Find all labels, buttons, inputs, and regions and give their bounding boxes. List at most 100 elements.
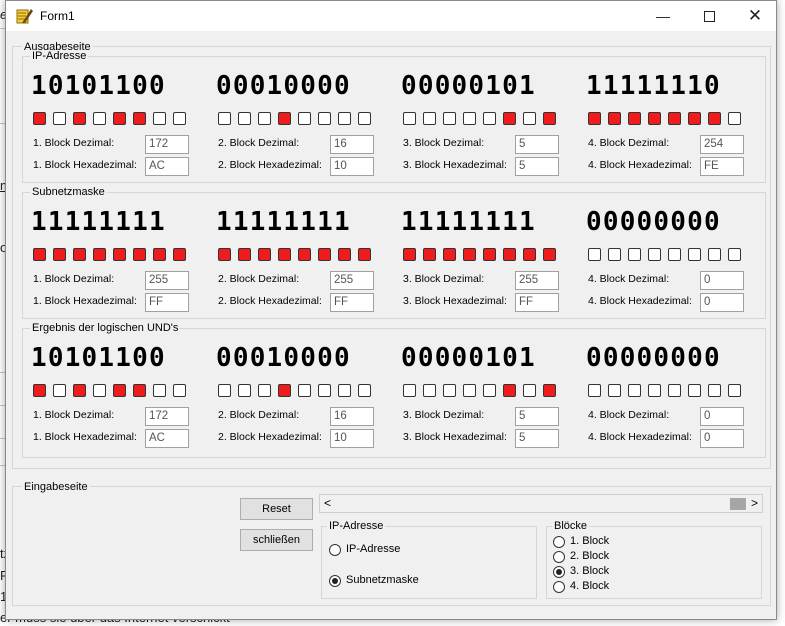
ip-mode-radio[interactable] <box>329 575 341 587</box>
hex-label: 2. Block Hexadezimal: <box>218 159 322 171</box>
bit-off-indicator <box>728 112 741 125</box>
bit-on-indicator <box>403 248 416 261</box>
bit-on-indicator <box>73 112 86 125</box>
decimal-field[interactable]: 5 <box>515 135 559 154</box>
binary-value: 00010000 <box>216 71 351 101</box>
ip-mode-radio[interactable] <box>329 544 341 556</box>
decimal-field[interactable]: 16 <box>330 407 374 426</box>
block-radio-label[interactable]: 1. Block <box>570 535 609 547</box>
hex-label: 3. Block Hexadezimal: <box>403 159 507 171</box>
block-radio[interactable] <box>553 566 565 578</box>
hex-field[interactable]: FE <box>700 157 744 176</box>
close-icon: ✕ <box>747 6 763 25</box>
bit-off-indicator <box>628 384 641 397</box>
bit-off-indicator <box>258 384 271 397</box>
block-radio-label[interactable]: 2. Block <box>570 550 609 562</box>
decimal-field[interactable]: 172 <box>145 135 189 154</box>
bit-off-indicator <box>608 384 621 397</box>
hex-label: 1. Block Hexadezimal: <box>33 295 137 307</box>
bit-off-indicator <box>648 384 661 397</box>
hex-field[interactable]: AC <box>145 429 189 448</box>
hex-field[interactable]: FF <box>145 293 189 312</box>
scroll-thumb[interactable] <box>730 498 746 510</box>
decimal-field[interactable]: 255 <box>330 271 374 290</box>
hex-label: 1. Block Hexadezimal: <box>33 431 137 443</box>
close-button[interactable]: ✕ <box>732 1 778 31</box>
bit-on-indicator <box>648 112 661 125</box>
section-label: Ergebnis der logischen UND's <box>30 322 181 334</box>
bit-off-indicator <box>483 112 496 125</box>
bit-off-indicator <box>608 248 621 261</box>
bit-indicator-row <box>403 248 563 262</box>
bit-off-indicator <box>173 384 186 397</box>
decimal-field[interactable]: 255 <box>515 271 559 290</box>
bit-indicator-row <box>33 384 193 398</box>
scroll-left-arrow-icon[interactable]: < <box>324 496 331 510</box>
binary-value: 00000000 <box>586 207 721 237</box>
hex-field[interactable]: 5 <box>515 157 559 176</box>
bit-off-indicator <box>648 248 661 261</box>
hex-field[interactable]: 5 <box>515 429 559 448</box>
hex-field[interactable]: 0 <box>700 293 744 312</box>
hex-field[interactable]: FF <box>515 293 559 312</box>
ip-mode-group-label: IP-Adresse <box>327 520 386 532</box>
hex-label: 4. Block Hexadezimal: <box>588 159 692 171</box>
hex-field[interactable]: 10 <box>330 429 374 448</box>
bit-indicator-row <box>33 112 193 126</box>
bit-on-indicator <box>338 248 351 261</box>
hex-field[interactable]: 0 <box>700 429 744 448</box>
bit-on-indicator <box>298 248 311 261</box>
decimal-field[interactable]: 16 <box>330 135 374 154</box>
bit-on-indicator <box>278 248 291 261</box>
bit-on-indicator <box>258 248 271 261</box>
bit-on-indicator <box>543 384 556 397</box>
ip-mode-radio-label[interactable]: Subnetzmaske <box>346 574 419 586</box>
scroll-right-arrow-icon[interactable]: > <box>751 496 758 510</box>
bit-on-indicator <box>543 248 556 261</box>
bit-off-indicator <box>358 384 371 397</box>
hex-field[interactable]: FF <box>330 293 374 312</box>
bit-off-indicator <box>443 112 456 125</box>
maximize-button[interactable] <box>686 1 732 31</box>
hex-field[interactable]: AC <box>145 157 189 176</box>
decimal-field[interactable]: 0 <box>700 407 744 426</box>
bit-off-indicator <box>523 112 536 125</box>
hex-field[interactable]: 10 <box>330 157 374 176</box>
decimal-field[interactable]: 254 <box>700 135 744 154</box>
decimal-field[interactable]: 172 <box>145 407 189 426</box>
decimal-field[interactable]: 255 <box>145 271 189 290</box>
bit-on-indicator <box>543 112 556 125</box>
bit-off-indicator <box>338 384 351 397</box>
block-value-scrollbar[interactable]: < > <box>319 494 763 513</box>
bit-on-indicator <box>358 248 371 261</box>
maximize-icon <box>703 10 715 22</box>
bit-on-indicator <box>708 112 721 125</box>
bit-indicator-row <box>218 384 378 398</box>
bit-off-indicator <box>443 384 456 397</box>
block-radio-label[interactable]: 3. Block <box>570 565 609 577</box>
bit-off-indicator <box>688 384 701 397</box>
decimal-field[interactable]: 0 <box>700 271 744 290</box>
bit-indicator-row <box>588 384 748 398</box>
hex-label: 4. Block Hexadezimal: <box>588 431 692 443</box>
reset-button[interactable]: Reset <box>240 498 313 520</box>
ip-mode-radio-label[interactable]: IP-Adresse <box>346 543 400 555</box>
bit-off-indicator <box>403 384 416 397</box>
decimal-label: 3. Block Dezimal: <box>403 273 485 285</box>
minimize-button[interactable]: — <box>640 1 686 31</box>
block-radio[interactable] <box>553 581 565 593</box>
bit-off-indicator <box>728 384 741 397</box>
bit-off-indicator <box>318 112 331 125</box>
block-radio[interactable] <box>553 536 565 548</box>
close-form-button[interactable]: schließen <box>240 529 313 551</box>
block-radio[interactable] <box>553 551 565 563</box>
bit-off-indicator <box>588 384 601 397</box>
binary-value: 10101100 <box>31 343 166 373</box>
decimal-field[interactable]: 5 <box>515 407 559 426</box>
title-bar[interactable]: Form1 — ✕ <box>6 1 776 31</box>
decimal-label: 2. Block Dezimal: <box>218 137 300 149</box>
input-group-label: Eingabeseite <box>22 481 90 493</box>
bit-off-indicator <box>238 384 251 397</box>
block-radio-label[interactable]: 4. Block <box>570 580 609 592</box>
minimize-icon: — <box>656 8 670 24</box>
